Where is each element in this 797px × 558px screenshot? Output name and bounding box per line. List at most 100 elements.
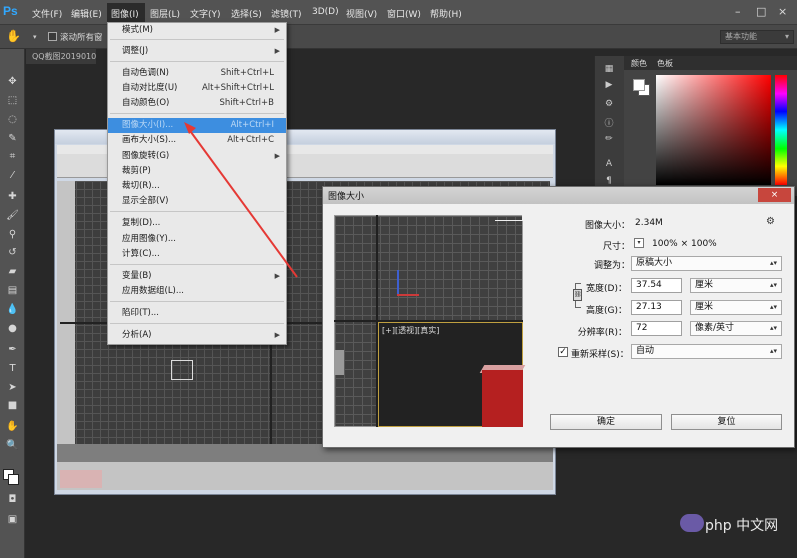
gear-icon[interactable]: ⚙ xyxy=(766,216,775,227)
width-unit-select[interactable]: 厘米 ▴▾ xyxy=(690,278,782,293)
zoom-tool-icon[interactable]: 🔍 xyxy=(5,439,20,452)
height-input[interactable]: 27.13 xyxy=(631,300,682,315)
photoshop-logo: Ps xyxy=(3,4,18,18)
watermark-logo xyxy=(680,514,704,532)
fit-to-select[interactable]: 原稿大小 ▴▾ xyxy=(631,256,782,271)
hand-tool-icon[interactable]: ✋ xyxy=(5,420,20,433)
menu-item-image-size[interactable]: 图像大小(I)... Alt+Ctrl+I xyxy=(108,118,286,133)
menu-item-auto-color[interactable]: 自动颜色(O) Shift+Ctrl+B xyxy=(108,96,286,111)
tab-swatches[interactable]: 色板 xyxy=(657,58,673,69)
menu-item-variables[interactable]: 变量(B) ▶ xyxy=(108,269,286,284)
embedded-statusbar xyxy=(57,462,553,490)
dodge-tool-icon[interactable]: ● xyxy=(5,322,20,335)
gradient-tool-icon[interactable]: ▤ xyxy=(5,284,20,297)
menu-item-reveal-all[interactable]: 显示全部(V) xyxy=(108,194,286,209)
brush-tool-icon[interactable]: 🖌 xyxy=(5,209,20,222)
info-panel-icon[interactable]: ⓘ xyxy=(602,116,616,129)
hand-tool-icon[interactable]: ✋ xyxy=(6,29,21,43)
menu-item-image-rotation[interactable]: 图像旋转(G) ▶ xyxy=(108,149,286,164)
move-tool-icon[interactable]: ✥ xyxy=(5,75,20,88)
tool-preset-chevron-down-icon[interactable]: ▾ xyxy=(33,33,37,41)
resample-checkbox[interactable]: ✓ xyxy=(558,347,568,357)
menu-layer[interactable]: 图层(L) xyxy=(150,7,180,20)
ok-button[interactable]: 确定 xyxy=(550,414,662,430)
color-picker-field[interactable] xyxy=(656,75,771,185)
embedded-status-swatch xyxy=(60,470,102,488)
quick-select-tool-icon[interactable]: ✎ xyxy=(5,132,20,145)
maximize-button[interactable]: □ xyxy=(756,5,766,18)
menu-item-auto-tone[interactable]: 自动色调(N) Shift+Ctrl+L xyxy=(108,66,286,81)
preview-frame-corner xyxy=(495,215,523,221)
menu-item-trim[interactable]: 裁切(R)... xyxy=(108,179,286,194)
document-tab[interactable]: QQ截图20190102 xyxy=(26,49,96,64)
tab-color[interactable]: 颜色 xyxy=(631,58,647,69)
chevron-down-icon: ▾ xyxy=(784,32,789,41)
resolution-label: 分辨率(R)： xyxy=(577,328,627,338)
brush-panel-icon[interactable]: ✏ xyxy=(602,134,616,146)
menu-item-auto-contrast[interactable]: 自动对比度(U) Alt+Shift+Ctrl+L xyxy=(108,81,286,96)
eyedropper-tool-icon[interactable]: ⁄ xyxy=(5,169,20,182)
crop-tool-icon[interactable]: ⌗ xyxy=(5,150,20,163)
menu-item-mode[interactable]: 模式(M) ▶ xyxy=(108,23,286,38)
pen-tool-icon[interactable]: ✒ xyxy=(5,343,20,356)
menu-item-trap[interactable]: 陷印(T)... xyxy=(108,306,286,321)
menu-item-apply-data-set[interactable]: 应用数据组(L)... xyxy=(108,284,286,299)
menu-image[interactable]: 图像(I) xyxy=(111,7,139,20)
path-select-tool-icon[interactable]: ➤ xyxy=(5,381,20,394)
background-color-swatch[interactable] xyxy=(8,474,19,485)
menu-item-apply-image[interactable]: 应用图像(Y)... xyxy=(108,232,286,247)
menu-file[interactable]: 文件(F) xyxy=(32,7,62,20)
menu-item-calculations[interactable]: 计算(C)... xyxy=(108,247,286,262)
menu-view[interactable]: 视图(V) xyxy=(346,7,377,20)
history-panel-icon[interactable]: ▦ xyxy=(602,64,616,76)
preview-axis-x xyxy=(397,294,419,296)
link-chain-icon[interactable]: ⛓ xyxy=(573,289,582,301)
scroll-all-checkbox[interactable] xyxy=(48,32,57,41)
close-button[interactable]: × xyxy=(778,5,787,18)
dialog-close-button[interactable]: × xyxy=(758,188,791,202)
menu-type[interactable]: 文字(Y) xyxy=(190,7,221,20)
menu-select[interactable]: 选择(S) xyxy=(231,7,262,20)
width-input[interactable]: 37.54 xyxy=(631,278,682,293)
stamp-tool-icon[interactable]: ⚲ xyxy=(5,228,20,241)
menu-3d[interactable]: 3D(D) xyxy=(312,7,339,17)
resample-select[interactable]: 自动 ▴▾ xyxy=(631,344,782,359)
menu-window[interactable]: 窗口(W) xyxy=(387,7,421,20)
rectangle-tool-icon[interactable]: ■ xyxy=(5,399,20,412)
properties-panel-icon[interactable]: ⚙ xyxy=(602,99,616,111)
quick-mask-icon[interactable]: ◘ xyxy=(5,493,20,506)
lasso-tool-icon[interactable]: ◌ xyxy=(5,113,20,126)
menu-item-adjustments[interactable]: 调整(J) ▶ xyxy=(108,44,286,59)
menu-item-duplicate[interactable]: 复制(D)... xyxy=(108,216,286,231)
eraser-tool-icon[interactable]: ▰ xyxy=(5,265,20,278)
panel-foreground-swatch[interactable] xyxy=(633,79,645,91)
screen-mode-icon[interactable]: ▣ xyxy=(5,513,20,526)
resolution-input[interactable]: 72 xyxy=(631,321,682,336)
menu-item-crop[interactable]: 裁剪(P) xyxy=(108,164,286,179)
embedded-side-panel xyxy=(57,181,75,444)
hue-slider[interactable] xyxy=(775,75,787,185)
minimize-button[interactable]: – xyxy=(735,5,741,18)
type-tool-icon[interactable]: T xyxy=(5,362,20,375)
watermark-text: php 中文网 xyxy=(705,518,779,534)
healing-tool-icon[interactable]: ✚ xyxy=(5,190,20,203)
dimensions-dropdown-icon[interactable]: ▾ xyxy=(634,238,644,248)
height-unit-select[interactable]: 厘米 ▴▾ xyxy=(690,300,782,315)
dialog-titlebar[interactable] xyxy=(323,187,794,204)
history-brush-tool-icon[interactable]: ↺ xyxy=(5,246,20,259)
blur-tool-icon[interactable]: 💧 xyxy=(5,303,20,316)
workspace-select[interactable]: 基本功能 ▾ xyxy=(720,30,794,44)
menu-item-analysis[interactable]: 分析(A) ▶ xyxy=(108,328,286,343)
menu-item-canvas-size[interactable]: 画布大小(S)... Alt+Ctrl+C xyxy=(108,133,286,148)
resolution-unit-select[interactable]: 像素/英寸 ▴▾ xyxy=(690,321,782,336)
reset-button[interactable]: 复位 xyxy=(671,414,782,430)
actions-panel-icon[interactable]: ▶ xyxy=(602,80,616,92)
menu-help[interactable]: 帮助(H) xyxy=(430,7,462,20)
embedded-selection-box xyxy=(171,360,193,380)
character-panel-icon[interactable]: A xyxy=(602,159,616,171)
marquee-tool-icon[interactable]: ⬚ xyxy=(5,94,20,107)
scroll-all-label: 滚动所有窗 xyxy=(60,33,103,43)
menu-filter[interactable]: 滤镜(T) xyxy=(271,7,302,20)
menu-edit[interactable]: 编辑(E) xyxy=(71,7,102,20)
menu-separator xyxy=(110,264,284,265)
